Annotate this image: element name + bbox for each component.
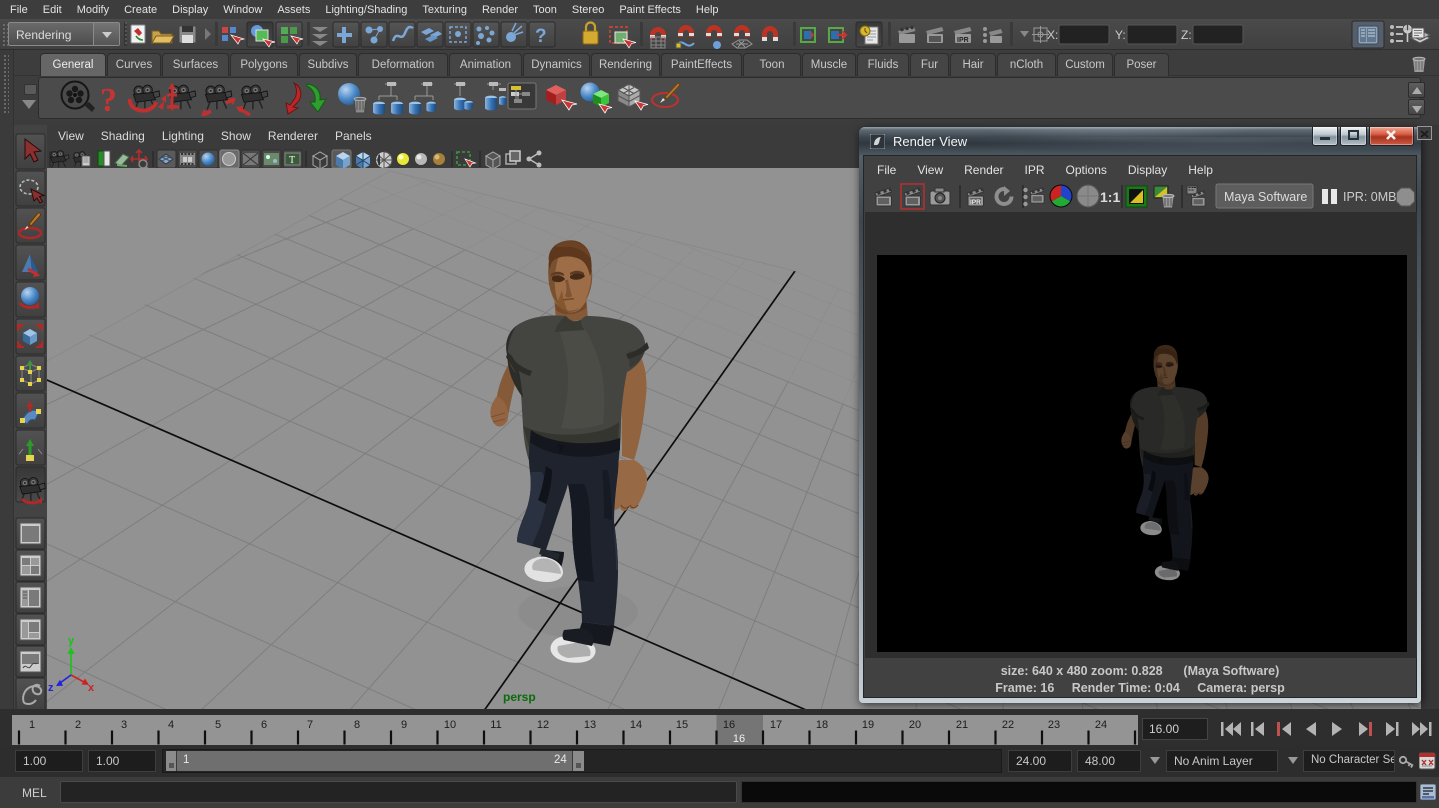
svg-text:15: 15 <box>676 719 688 731</box>
svg-text:9: 9 <box>401 719 407 731</box>
svg-text:14: 14 <box>630 719 642 731</box>
svg-text:5: 5 <box>215 719 221 731</box>
svg-text:24: 24 <box>1095 719 1107 731</box>
svg-text:y: y <box>68 635 75 647</box>
svg-text:x: x <box>88 682 95 694</box>
svg-text:12: 12 <box>537 719 549 731</box>
svg-text:IPR: IPR <box>970 199 981 206</box>
svg-text:?: ? <box>100 82 117 119</box>
svg-text:18: 18 <box>816 719 828 731</box>
svg-text:1:1: 1:1 <box>1100 189 1120 205</box>
svg-text:Maya Software: Maya Software <box>1224 190 1307 204</box>
svg-text:20: 20 <box>909 719 921 731</box>
svg-text:23: 23 <box>1048 719 1060 731</box>
svg-text:?: ? <box>535 26 547 47</box>
svg-text:IPR: 0MB: IPR: 0MB <box>1343 190 1397 204</box>
svg-text:3: 3 <box>121 719 127 731</box>
svg-text:16: 16 <box>723 719 735 731</box>
svg-text:2: 2 <box>75 719 81 731</box>
svg-text:22: 22 <box>1002 719 1014 731</box>
svg-text:11: 11 <box>490 719 501 731</box>
svg-text:IPR: IPR <box>957 37 969 44</box>
svg-text:6: 6 <box>261 719 267 731</box>
svg-text:13: 13 <box>584 719 596 731</box>
svg-text:Y:: Y: <box>1115 28 1126 42</box>
svg-text:1: 1 <box>29 719 35 731</box>
svg-text:10: 10 <box>444 719 456 731</box>
svg-text:7: 7 <box>307 719 313 731</box>
svg-text:persp: persp <box>503 690 536 704</box>
svg-text:19: 19 <box>862 719 874 731</box>
svg-text:16: 16 <box>733 733 745 745</box>
svg-text:17: 17 <box>770 719 782 731</box>
svg-text:z: z <box>48 682 54 694</box>
svg-text:4: 4 <box>168 719 174 731</box>
svg-text:Z:: Z: <box>1181 28 1192 42</box>
svg-text:X:: X: <box>1047 28 1058 42</box>
svg-text:8: 8 <box>354 719 360 731</box>
svg-text:T: T <box>289 155 295 166</box>
svg-text:21: 21 <box>956 719 968 731</box>
